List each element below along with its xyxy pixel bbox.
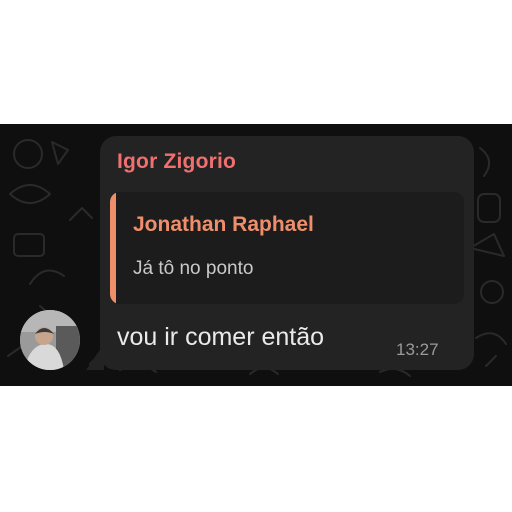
sender-name[interactable]: Igor Zigorio [117, 150, 236, 174]
user-photo-avatar-icon [20, 310, 80, 370]
avatar[interactable] [20, 310, 80, 370]
reply-accent-bar [110, 192, 116, 304]
reply-text: Já tô no ponto [133, 258, 254, 279]
reply-quote[interactable] [110, 192, 464, 304]
message-timestamp: 13:27 [396, 340, 439, 359]
reply-author: Jonathan Raphael [133, 213, 314, 236]
message-text: vou ir comer então [117, 323, 325, 351]
